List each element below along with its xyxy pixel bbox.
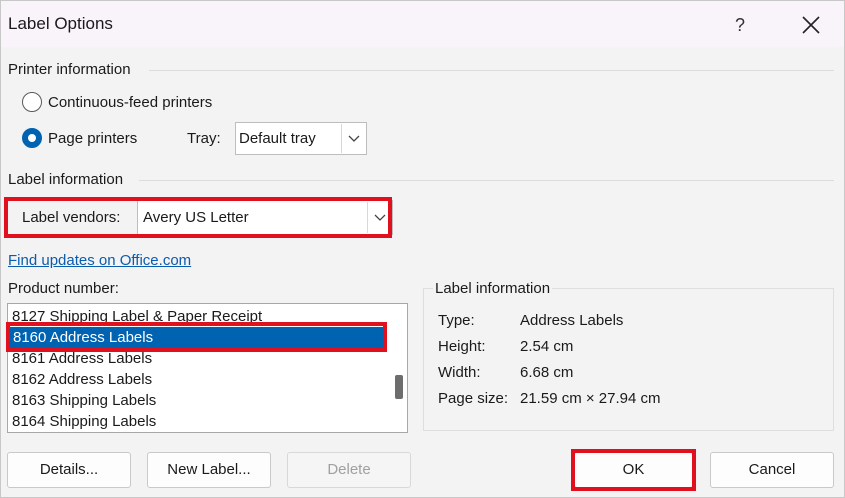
height-key: Height:	[438, 338, 486, 355]
divider	[139, 180, 834, 181]
details-button[interactable]: Details...	[7, 452, 131, 488]
list-item[interactable]: 8163 Shipping Labels	[12, 390, 156, 411]
page-size-key: Page size:	[438, 390, 509, 407]
width-key: Width:	[438, 364, 481, 381]
tray-select[interactable]: Default tray	[235, 122, 367, 155]
type-key: Type:	[438, 312, 475, 329]
list-item[interactable]: 8162 Address Labels	[12, 369, 152, 390]
label-options-dialog: Label Options ? Printer information Cont…	[0, 0, 845, 498]
label-details-group	[423, 288, 834, 431]
divider	[149, 70, 834, 71]
close-icon[interactable]	[795, 9, 827, 41]
tray-label: Tray:	[187, 130, 221, 147]
list-scrollbar[interactable]	[389, 304, 407, 432]
list-item[interactable]: 8164 Shipping Labels	[12, 411, 156, 432]
width-value: 6.68 cm	[520, 364, 574, 381]
cancel-button[interactable]: Cancel	[710, 452, 834, 488]
printer-info-heading: Printer information	[8, 61, 131, 78]
title-bar: Label Options ?	[1, 1, 844, 47]
tray-value: Default tray	[239, 130, 316, 147]
height-value: 2.54 cm	[520, 338, 574, 355]
highlight-box-vendors	[4, 197, 392, 238]
page-printers-label: Page printers	[48, 130, 138, 147]
help-button[interactable]: ?	[726, 11, 754, 39]
page-size-value: 21.59 cm × 27.94 cm	[520, 390, 661, 407]
page-printers-radio[interactable]	[22, 128, 42, 148]
label-details-heading: Label information	[433, 280, 553, 297]
chevron-down-icon	[341, 124, 365, 153]
highlight-box-selection	[6, 322, 387, 352]
continuous-feed-radio[interactable]	[22, 92, 42, 112]
dialog-title: Label Options	[8, 14, 113, 33]
type-value: Address Labels	[520, 312, 624, 329]
new-label-button[interactable]: New Label...	[147, 452, 271, 488]
find-updates-link[interactable]: Find updates on Office.com	[8, 252, 191, 269]
continuous-feed-label: Continuous-feed printers	[48, 94, 213, 111]
highlight-box-ok	[571, 449, 696, 491]
product-number-label: Product number:	[8, 280, 119, 297]
delete-button[interactable]: Delete	[287, 452, 411, 488]
scrollbar-thumb[interactable]	[395, 375, 403, 399]
label-info-heading: Label information	[8, 171, 124, 188]
